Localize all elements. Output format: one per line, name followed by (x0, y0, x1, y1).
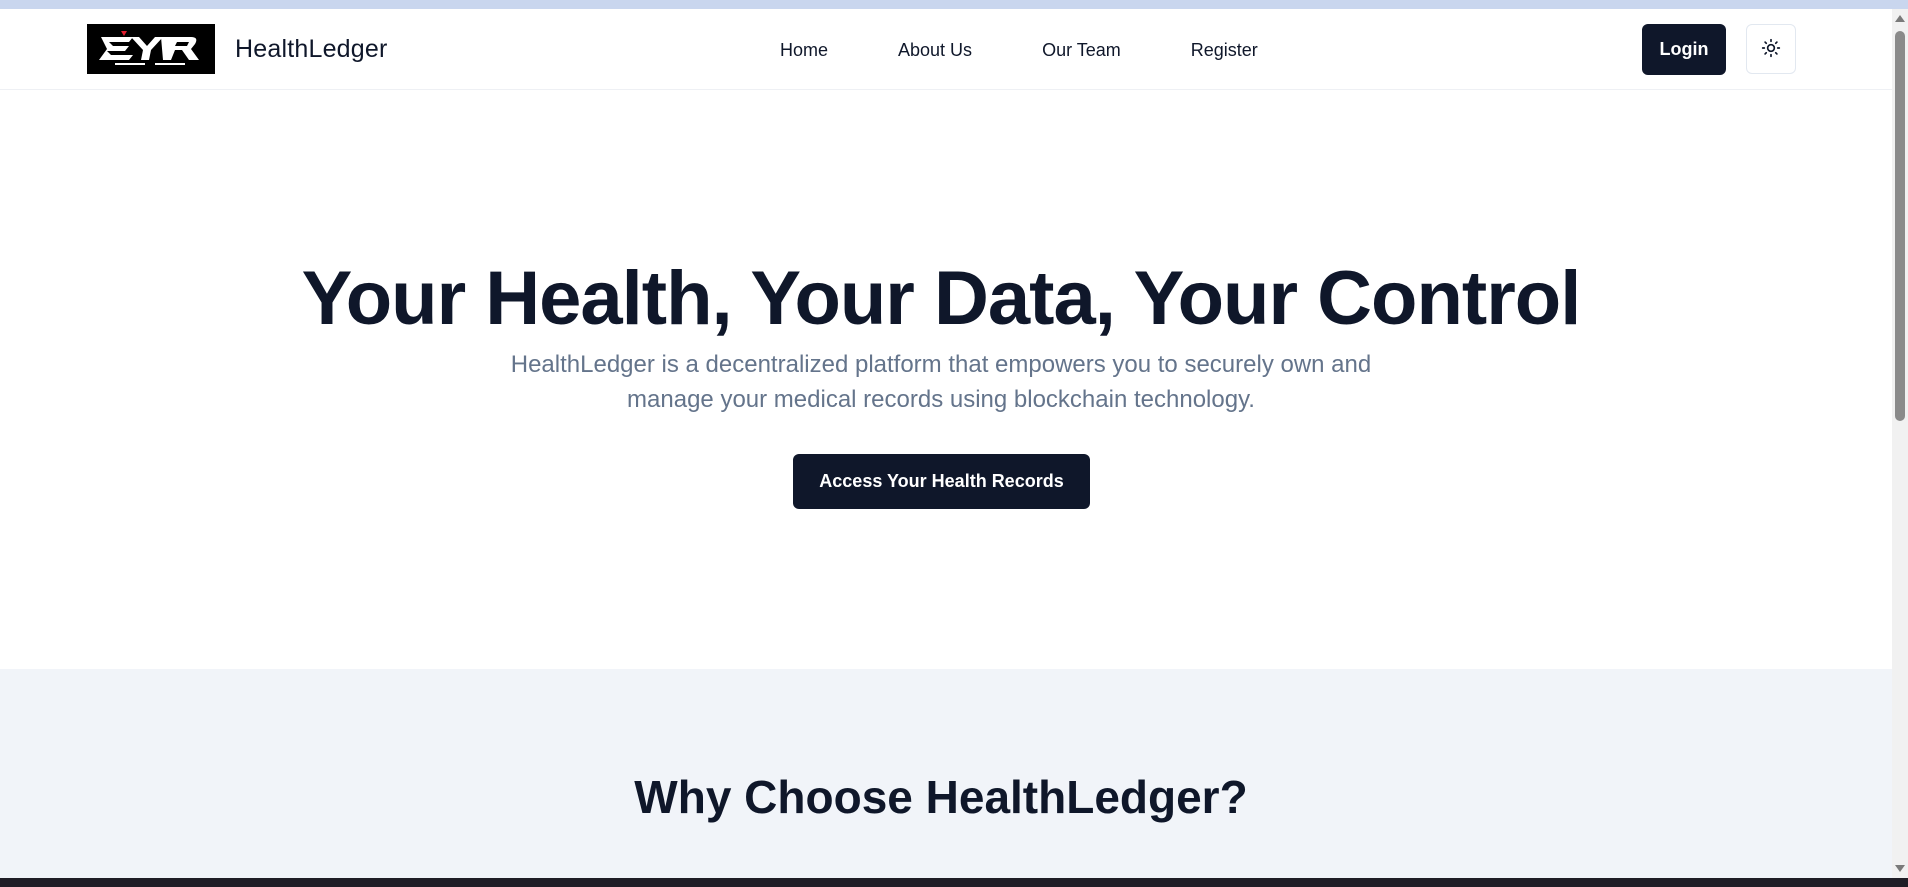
login-button[interactable]: Login (1642, 24, 1726, 75)
brand-name[interactable]: HealthLedger (235, 35, 388, 64)
nav-register-link[interactable]: Register (1156, 38, 1293, 62)
site-header: HealthLedger Home About Us Our Team Regi… (0, 9, 1892, 90)
sun-icon (1761, 38, 1781, 61)
nav-about-link[interactable]: About Us (863, 38, 1007, 62)
access-records-button[interactable]: Access Your Health Records (793, 454, 1090, 509)
nav-home-link[interactable]: Home (745, 38, 863, 62)
os-taskbar (0, 878, 1908, 887)
scroll-up-arrow-icon[interactable] (1895, 15, 1905, 22)
scroll-down-arrow-icon[interactable] (1895, 865, 1905, 872)
theme-toggle-button[interactable] (1746, 24, 1796, 74)
nav-team-link[interactable]: Our Team (1007, 38, 1156, 62)
eyr-logo-icon[interactable] (87, 24, 215, 74)
main-nav: Home About Us Our Team Register (745, 38, 1293, 62)
hero-title: Your Health, Your Data, Your Control (301, 256, 1582, 341)
browser-top-strip (0, 0, 1908, 9)
features-title: Why Choose HealthLedger? (634, 771, 1248, 823)
hero-subtitle: HealthLedger is a decentralized platform… (510, 351, 1372, 413)
scrollbar-thumb[interactable] (1895, 31, 1905, 421)
page-viewport: HealthLedger Home About Us Our Team Regi… (0, 9, 1892, 878)
features-section: Why Choose HealthLedger? (0, 669, 1892, 878)
page-scrollbar[interactable] (1892, 9, 1908, 878)
